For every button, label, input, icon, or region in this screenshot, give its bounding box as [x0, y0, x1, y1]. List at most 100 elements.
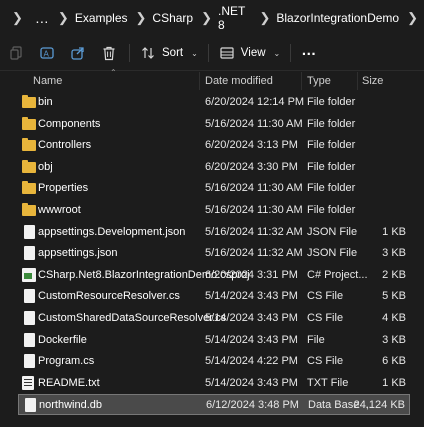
file-name: appsettings.json — [38, 247, 118, 260]
file-row[interactable]: Dockerfile 5/14/2024 3:43 PM File 3 KB — [18, 330, 410, 351]
file-date-modified: 5/16/2024 11:32 AM — [205, 247, 303, 260]
file-type: JSON File — [307, 247, 358, 260]
view-icon — [219, 45, 235, 61]
breadcrumb-item-net8[interactable]: .NET 8 — [218, 4, 251, 32]
file-date-modified: 5/14/2024 3:43 PM — [205, 333, 298, 346]
file-size: 6 KB — [382, 355, 406, 368]
file-date-modified: 5/14/2024 4:22 PM — [205, 355, 298, 368]
file-type: File folder — [307, 139, 356, 152]
column-divider[interactable] — [301, 72, 302, 90]
file-name: northwind.db — [39, 399, 102, 412]
toolbar-divider — [207, 44, 209, 62]
sort-icon — [140, 45, 156, 61]
file-date-modified: 6/20/2024 3:30 PM — [205, 160, 298, 173]
folder-icon — [22, 203, 36, 216]
file-name: obj — [38, 160, 53, 173]
file-row[interactable]: northwind.db 6/12/2024 3:48 PM Data Base .… — [18, 394, 410, 416]
file-type: CS File — [307, 312, 344, 324]
breadcrumb-overflow[interactable]: … — [35, 10, 50, 26]
breadcrumb-item-csharp[interactable]: CSharp — [152, 11, 193, 25]
chevron-right-icon[interactable]: ❯ — [201, 10, 212, 26]
file-name: CustomSharedDataSourceResolver.cs — [38, 312, 227, 324]
file-name: Program.cs — [38, 355, 95, 368]
column-date-modified[interactable]: Date modified — [205, 75, 273, 87]
file-name: README.txt — [38, 376, 100, 389]
database-file-icon — [25, 398, 36, 413]
breadcrumb: ❯ … ❯ Examples ❯ CSharp ❯ .NET 8 ❯ Blazo… — [0, 0, 424, 36]
file-date-modified: 6/20/2024 3:13 PM — [205, 139, 298, 152]
file-size: 1 KB — [382, 225, 406, 238]
column-type[interactable]: Type — [307, 75, 331, 87]
column-divider[interactable] — [199, 72, 200, 90]
rename-icon[interactable]: A — [39, 45, 55, 61]
file-row[interactable]: CSharp.Net8.BlazorIntegrationDemo.csproj… — [18, 265, 410, 286]
folder-icon — [22, 95, 36, 108]
file-type: C# Project... — [307, 268, 368, 281]
file-name: appsettings.Development.json — [38, 225, 186, 238]
file-row[interactable]: wwwroot 5/16/2024 11:30 AM File folder — [18, 200, 410, 221]
view-button[interactable]: View ⌄ — [219, 45, 280, 61]
file-date-modified: 5/16/2024 11:30 AM — [205, 204, 303, 216]
file-type: File folder — [307, 160, 356, 173]
copy-icon[interactable] — [9, 45, 25, 61]
file-type: TXT File — [307, 376, 349, 389]
file-size: 5 KB — [382, 290, 406, 303]
column-header: ⌃ Name Date modified Type Size — [0, 68, 424, 90]
file-size: 1 KB — [382, 376, 406, 389]
text-file-icon — [22, 375, 34, 390]
column-size[interactable]: Size — [362, 75, 383, 87]
file-size: 2 KB — [382, 268, 406, 281]
file-row[interactable]: appsettings.json 5/16/2024 11:32 AM JSON F… — [18, 243, 410, 264]
csproj-icon — [22, 267, 36, 282]
file-row[interactable]: bin 6/20/2024 12:14 PM File folder — [18, 92, 410, 113]
file-row[interactable]: Program.cs 5/14/2024 4:22 PM CS File 6 KB — [18, 351, 410, 372]
file-type: File folder — [307, 182, 356, 195]
svg-text:A: A — [44, 50, 50, 59]
command-bar: A Sort ⌄ View ⌄ … — [0, 36, 424, 71]
file-type: JSON File — [307, 225, 358, 238]
file-row[interactable]: Components 5/16/2024 11:30 AM File folder — [18, 114, 410, 135]
breadcrumb-item-blazorintegrationdemo[interactable]: BlazorIntegrationDemo — [276, 11, 399, 25]
chevron-down-icon: ⌄ — [191, 48, 198, 58]
sort-button[interactable]: Sort ⌄ — [140, 45, 198, 61]
file-row[interactable]: obj 6/20/2024 3:30 PM File folder — [18, 157, 410, 178]
chevron-down-icon: ⌄ — [273, 48, 281, 58]
file-date-modified: 5/16/2024 11:30 AM — [205, 182, 303, 195]
share-icon[interactable] — [70, 45, 86, 61]
file-date-modified: 5/14/2024 3:43 PM — [205, 290, 298, 303]
chevron-right-icon[interactable]: ❯ — [136, 10, 147, 26]
column-divider[interactable] — [357, 72, 358, 90]
delete-icon[interactable] — [101, 45, 117, 61]
file-row[interactable]: Controllers 6/20/2024 3:13 PM File folder — [18, 135, 410, 156]
more-options-button[interactable]: … — [301, 42, 317, 59]
file-type: CS File — [307, 290, 344, 303]
column-name[interactable]: Name — [33, 75, 62, 87]
chevron-right-icon[interactable]: ❯ — [58, 10, 69, 26]
file-type: File folder — [307, 96, 356, 108]
file-date-modified: 6/12/2024 3:48 PM — [206, 399, 299, 412]
file-size: 3 KB — [382, 333, 406, 346]
file-icon — [24, 354, 35, 369]
file-row[interactable]: README.txt 5/14/2024 3:43 PM TXT File 1 KB — [18, 373, 410, 394]
file-date-modified: 5/14/2024 3:43 PM — [205, 376, 298, 389]
file-name: CustomResourceResolver.cs — [38, 290, 180, 303]
chevron-right-icon[interactable]: ❯ — [407, 10, 418, 26]
file-row[interactable]: Properties 5/16/2024 11:30 AM File folder — [18, 178, 410, 199]
breadcrumb-item-examples[interactable]: Examples — [75, 11, 128, 25]
file-row[interactable]: CustomResourceResolver.cs 5/14/2024 3:43 … — [18, 286, 410, 307]
chevron-right-icon[interactable]: ❯ — [259, 10, 270, 26]
chevron-right-icon[interactable]: ❯ — [12, 10, 23, 26]
file-type: File folder — [307, 117, 356, 130]
file-icon — [24, 246, 35, 261]
file-name: wwwroot — [38, 204, 81, 216]
folder-icon — [22, 138, 36, 152]
toolbar-divider — [129, 44, 130, 62]
sort-ascending-icon: ⌃ — [110, 68, 117, 77]
file-date-modified: 5/16/2024 11:32 AM — [205, 225, 303, 238]
file-size: 24,124 KB — [353, 399, 405, 412]
file-row[interactable]: appsettings.Development.json 5/16/2024 11… — [18, 222, 410, 243]
file-row[interactable]: CustomSharedDataSourceResolver.cs 5/14/20… — [18, 308, 410, 329]
folder-icon — [22, 116, 36, 130]
file-type: File — [307, 333, 325, 346]
toolbar-divider — [290, 44, 292, 62]
